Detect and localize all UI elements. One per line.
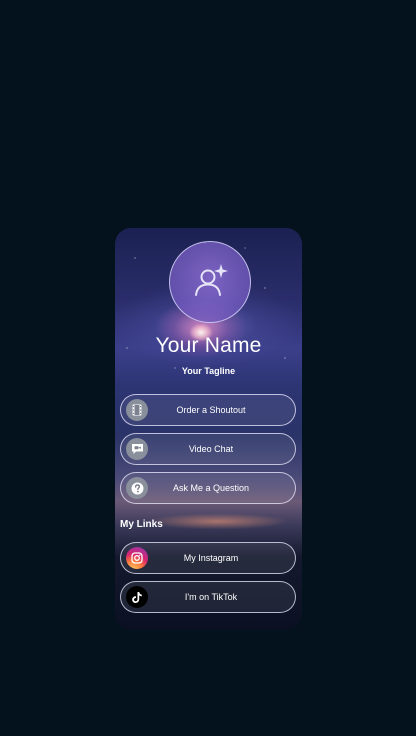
ask-question-label: Ask Me a Question — [172, 483, 250, 493]
tiktok-link-button[interactable]: I'm on TikTok — [120, 581, 296, 613]
user-avatar-icon — [195, 264, 228, 296]
profile-tagline: Your Tagline — [181, 366, 236, 376]
profile-card: Your Name Your Tagline Order a Shoutout — [115, 228, 302, 630]
video-chat-label: Video Chat — [188, 444, 234, 454]
my-links-heading: My Links — [120, 519, 163, 530]
tiktok-link-label: I'm on TikTok — [184, 592, 238, 602]
video-chat-button[interactable]: Video Chat — [120, 433, 296, 465]
profile-name: Your Name — [155, 334, 262, 357]
order-shoutout-button[interactable]: Order a Shoutout — [120, 394, 296, 426]
ask-question-button[interactable]: Ask Me a Question — [120, 472, 296, 504]
avatar[interactable] — [169, 241, 251, 323]
instagram-link-label: My Instagram — [183, 553, 239, 563]
instagram-link-button[interactable]: My Instagram — [120, 542, 296, 574]
order-shoutout-label: Order a Shoutout — [176, 405, 246, 415]
